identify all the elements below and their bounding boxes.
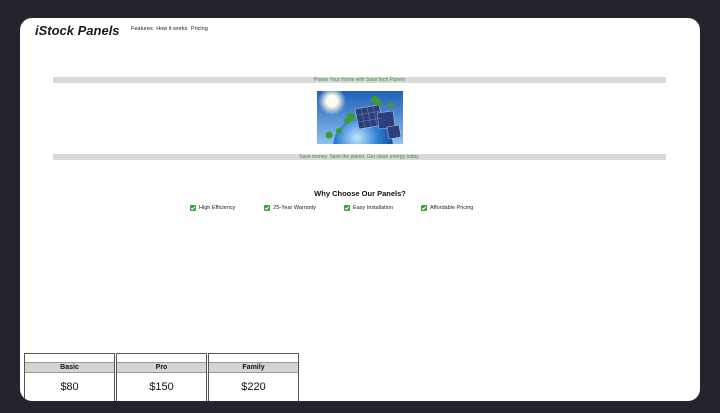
feature-label: Easy Installation: [352, 205, 394, 211]
check-mark-icon: [343, 205, 350, 211]
feature-label: 25-Year Warranty: [273, 205, 316, 211]
feature-item: Easy Installation: [343, 205, 394, 211]
plan-price: $220: [241, 381, 266, 393]
solar-globe-illustration: [317, 91, 403, 144]
hero-tagline-banner: Save money. Save the planet. Get clean e…: [53, 154, 666, 160]
plan-name: Family: [209, 362, 298, 373]
pricing-card-pro[interactable]: Pro $150: [116, 353, 207, 401]
plan-name: Pro: [117, 362, 206, 373]
nav-features-link[interactable]: Features: [131, 26, 153, 32]
nav-how-it-works-link[interactable]: How it works: [156, 26, 187, 32]
check-mark-icon: [421, 205, 428, 211]
check-mark-icon: [264, 205, 271, 211]
features-heading: Why Choose Our Panels?: [314, 189, 406, 198]
features-list: High Efficiency 25-Year Warranty Easy In…: [190, 205, 473, 211]
nav-pricing-link[interactable]: Pricing: [191, 26, 208, 32]
pricing-card-basic[interactable]: Basic $80: [24, 353, 115, 401]
plan-price: $80: [60, 381, 79, 393]
feature-label: Affordable Pricing: [430, 205, 474, 211]
browser-page: iStock Panels Features How it works Pric…: [20, 18, 700, 401]
feature-item: High Efficiency: [190, 205, 235, 211]
feature-label: High Efficiency: [199, 205, 236, 211]
plan-name: Basic: [25, 362, 114, 373]
hero-image: [317, 91, 403, 144]
top-nav: Features How it works Pricing: [131, 26, 210, 32]
feature-item: 25-Year Warranty: [264, 205, 316, 211]
hero-title-banner: Power Your Home with SolarTech Panels: [53, 77, 666, 83]
pricing-table: Basic $80 Pro $150 Family $220: [24, 353, 300, 401]
plan-price: $150: [149, 381, 174, 393]
check-mark-icon: [190, 205, 196, 211]
pricing-card-family[interactable]: Family $220: [208, 353, 299, 401]
feature-item: Affordable Pricing: [421, 205, 473, 211]
site-logo[interactable]: iStock Panels: [35, 23, 120, 38]
